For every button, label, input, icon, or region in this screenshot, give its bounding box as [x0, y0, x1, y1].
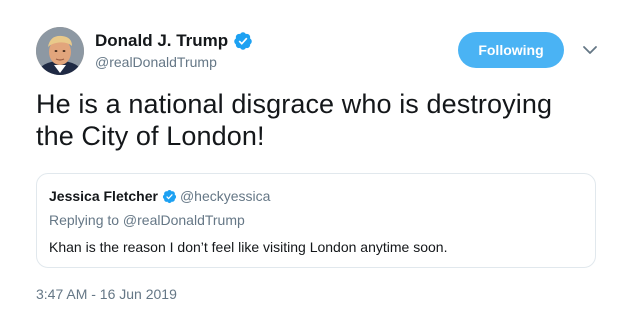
chevron-down-icon[interactable] [581, 41, 599, 59]
avatar[interactable] [36, 27, 84, 75]
verified-badge-icon [162, 189, 177, 203]
following-button[interactable]: Following [458, 32, 564, 68]
avatar-image [36, 27, 84, 75]
tweet-card: Donald J. Trump @realDonaldTrump Followi… [0, 0, 626, 310]
tweet-text: He is a national disgrace who is destroy… [36, 89, 553, 151]
quoted-author-name: Jessica Fletcher [49, 188, 158, 204]
quoted-tweet[interactable]: Jessica Fletcher @heckyessica Replying t… [36, 173, 596, 268]
author-name-row[interactable]: Donald J. Trump [95, 31, 253, 51]
quoted-tweet-header: Jessica Fletcher @heckyessica [49, 187, 270, 205]
author-handle[interactable]: @realDonaldTrump [95, 53, 217, 71]
quoted-author-handle: @heckyessica [179, 188, 271, 204]
verified-badge-icon [234, 32, 252, 50]
tweet-timestamp[interactable]: 3:47 AM - 16 Jun 2019 [36, 285, 177, 303]
quoted-replying-to: Replying to @realDonaldTrump [49, 212, 245, 228]
author-name[interactable]: Donald J. Trump [95, 31, 228, 51]
quoted-tweet-text: Khan is the reason I don’t feel like vis… [49, 239, 448, 255]
